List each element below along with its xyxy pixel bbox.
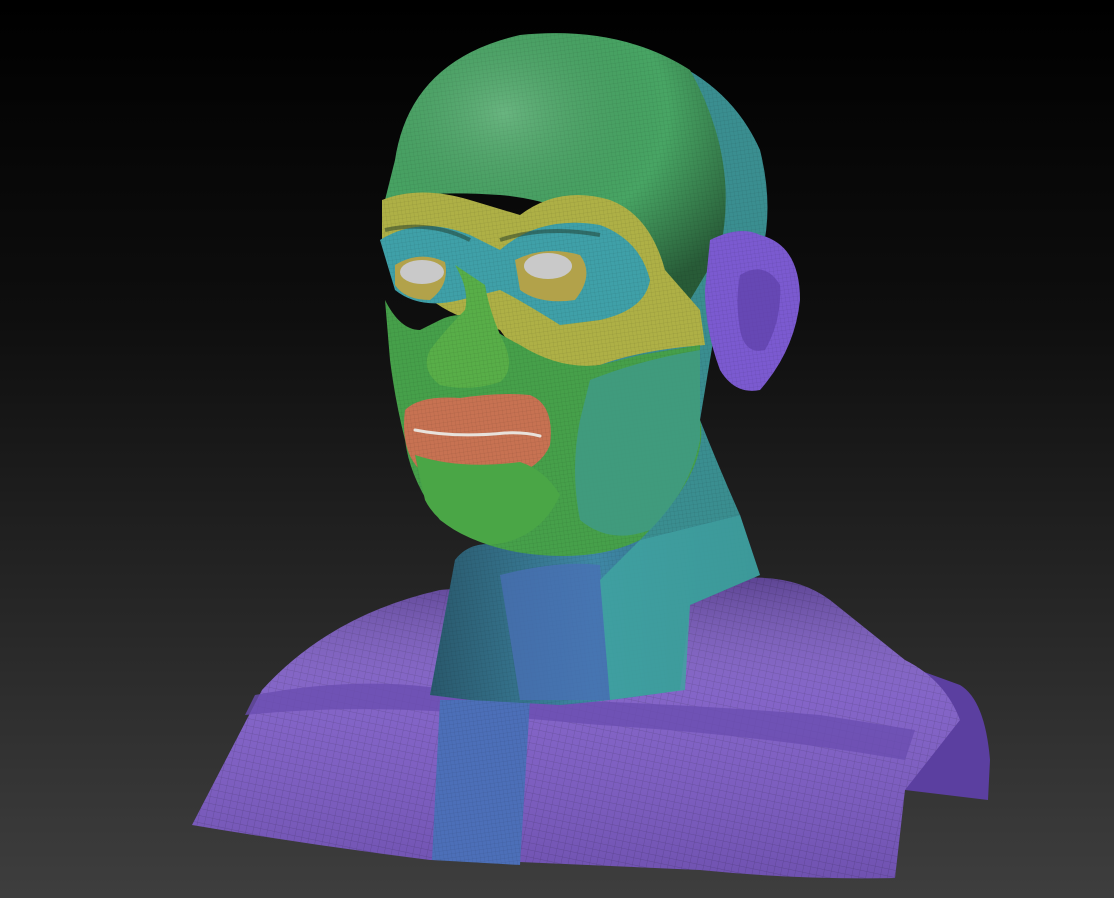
right-eye bbox=[524, 253, 572, 279]
viewport-canvas[interactable] bbox=[0, 0, 1114, 898]
3d-viewport[interactable] bbox=[0, 0, 1114, 898]
left-eye bbox=[400, 260, 444, 284]
